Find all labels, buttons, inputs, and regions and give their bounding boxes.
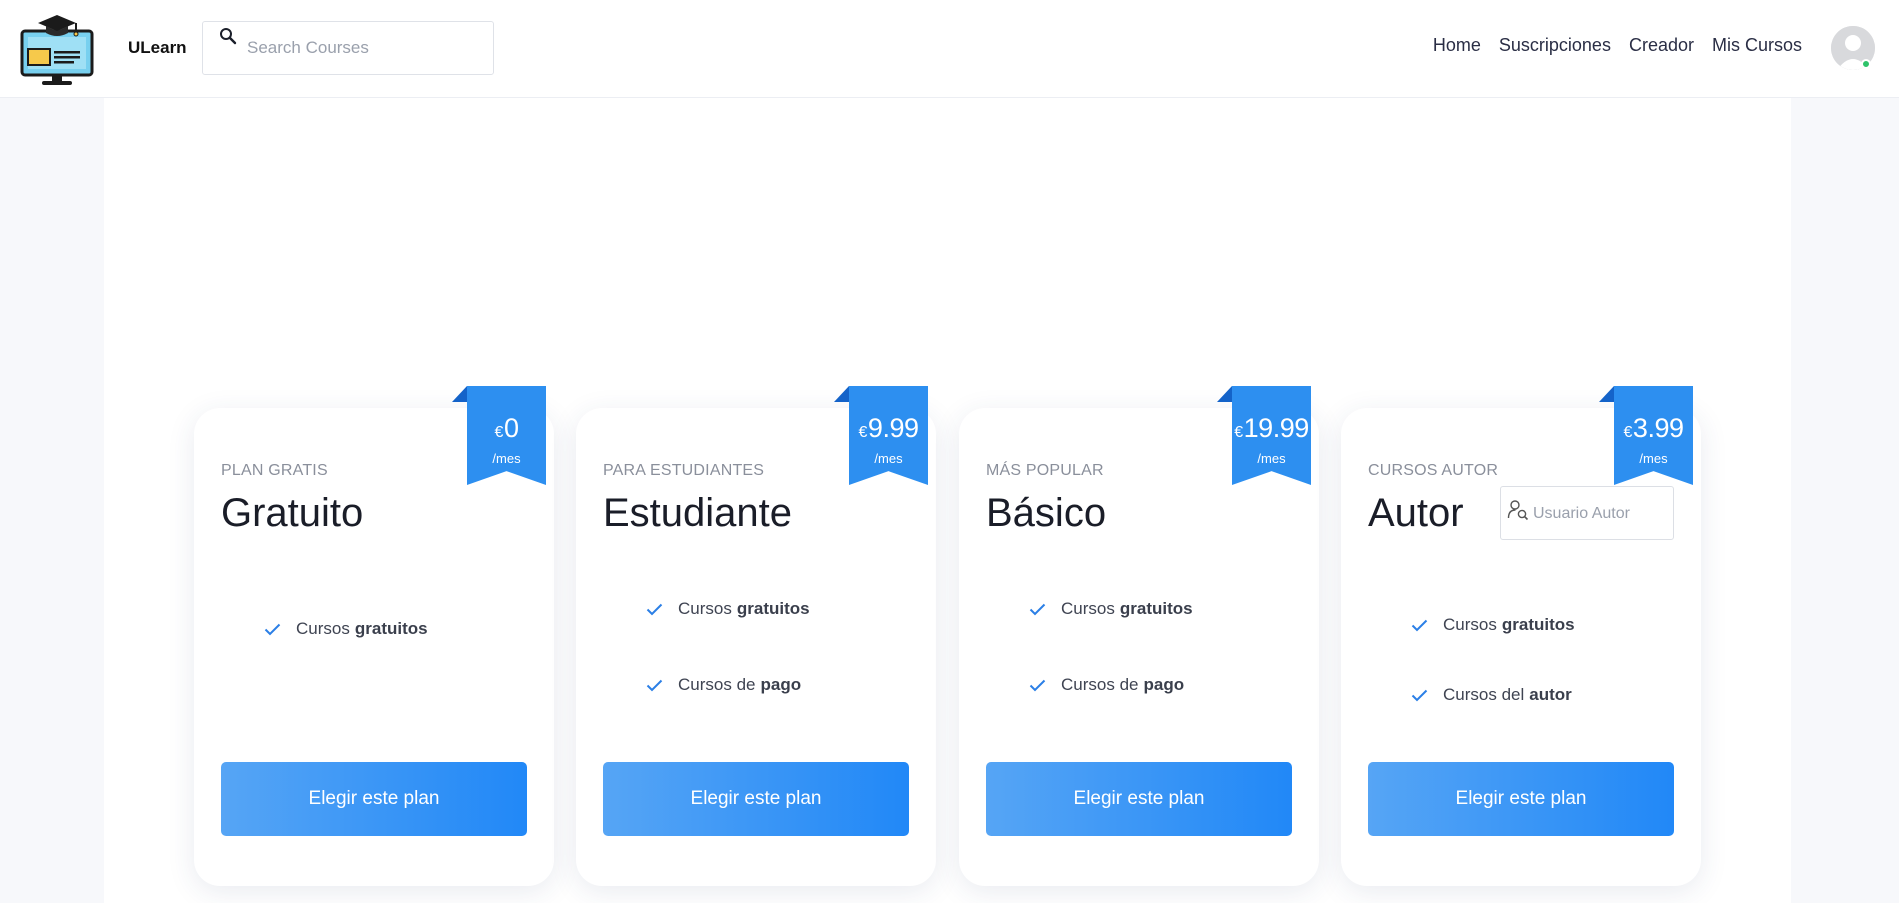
feature-strong: autor — [1529, 685, 1572, 704]
nav-home-link[interactable]: Home — [1433, 35, 1481, 56]
pricing-panel: €0 /mes PLAN GRATIS Gratuito Cursos gratu… — [104, 98, 1791, 903]
plan-card-basico: €19.99 /mes MÁS POPULAR Básico Cursos gra… — [959, 386, 1319, 886]
plan-eyebrow: PARA ESTUDIANTES — [603, 462, 765, 479]
feature-list: Cursos gratuitos Cursos de pago — [1029, 599, 1193, 695]
ulearn-logo-icon[interactable] — [20, 13, 94, 87]
nav-mis-cursos-link[interactable]: Mis Cursos — [1712, 35, 1802, 56]
price-ribbon: €0 /mes — [452, 386, 546, 485]
price-ribbon: €9.99 /mes — [834, 386, 928, 485]
feature-text: Cursos de — [678, 675, 756, 694]
feature-item: Cursos del autor — [1411, 685, 1575, 705]
plan-card-autor: €3.99 /mes CURSOS AUTOR Autor Cursosgrat… — [1341, 386, 1701, 886]
feature-strong: pago — [1143, 675, 1185, 694]
author-username-input[interactable] — [1533, 502, 1663, 526]
plan-title: Estudiante — [603, 491, 793, 535]
check-icon — [1411, 619, 1428, 631]
feature-item: Cursos gratuitos — [646, 599, 810, 619]
feature-strong: gratuitos — [1501, 615, 1575, 634]
brand-name[interactable]: ULearn — [128, 38, 187, 58]
feature-item: Cursos gratuitos — [1411, 615, 1575, 635]
choose-plan-button[interactable]: Elegir este plan — [1368, 762, 1674, 836]
ribbon-body: €0 /mes — [467, 386, 546, 485]
top-navbar: ULearn Home Suscripciones Creador Mis Cu… — [0, 0, 1899, 98]
check-icon — [646, 603, 663, 615]
plan-price: €3.99 — [1614, 414, 1693, 447]
currency-symbol: € — [1623, 424, 1633, 441]
plan-price: €19.99 — [1232, 414, 1311, 447]
check-icon — [1411, 689, 1428, 701]
nav-suscripciones-link[interactable]: Suscripciones — [1499, 35, 1611, 56]
ribbon-fold — [1217, 386, 1232, 402]
price-period: /mes — [874, 451, 903, 466]
feature-list: Cursos gratuitos — [264, 619, 428, 639]
check-icon — [1029, 679, 1046, 691]
feature-strong: gratuitos — [354, 619, 428, 638]
plan-price: €9.99 — [849, 414, 928, 447]
price-value: 0 — [503, 413, 519, 443]
feature-item: Cursos de pago — [646, 675, 810, 695]
ribbon-fold — [834, 386, 849, 402]
price-value: 9.99 — [867, 413, 919, 443]
price-period: /mes — [492, 451, 521, 466]
author-search-field[interactable] — [1500, 486, 1674, 540]
ribbon-body: €9.99 /mes — [849, 386, 928, 485]
plan-card-gratuito: €0 /mes PLAN GRATIS Gratuito Cursos gratu… — [194, 386, 554, 886]
feature-text: Cursos — [1061, 599, 1115, 618]
ribbon-body: €3.99 /mes — [1614, 386, 1693, 485]
feature-item: Cursos de pago — [1029, 675, 1193, 695]
feature-text: Cursos del — [1443, 685, 1525, 704]
feature-text: Cursos de — [1061, 675, 1139, 694]
plan-eyebrow: CURSOS AUTOR — [1368, 462, 1499, 479]
plan-title: Básico — [986, 491, 1107, 535]
price-period: /mes — [1639, 451, 1668, 466]
choose-plan-button[interactable]: Elegir este plan — [221, 762, 527, 836]
feature-strong: gratuitos — [1119, 599, 1193, 618]
currency-symbol: € — [1234, 424, 1243, 441]
check-icon — [646, 679, 663, 691]
feature-strong: pago — [760, 675, 802, 694]
check-icon — [264, 623, 281, 635]
plan-title: Autor — [1368, 491, 1464, 535]
price-period: /mes — [1257, 451, 1286, 466]
search-bar[interactable] — [202, 21, 494, 75]
ribbon-body: €19.99 /mes — [1232, 386, 1311, 485]
plan-card-estudiante: €9.99 /mes PARA ESTUDIANTES Estudiante C… — [576, 386, 936, 886]
price-value: 3.99 — [1632, 413, 1684, 443]
check-icon — [1029, 603, 1046, 615]
price-ribbon: €3.99 /mes — [1599, 386, 1693, 485]
feature-text: Cursos — [678, 599, 732, 618]
plan-eyebrow: PLAN GRATIS — [221, 462, 328, 479]
online-status-dot — [1861, 59, 1871, 69]
price-value: 19.99 — [1243, 413, 1310, 443]
feature-item: Cursos gratuitos — [1029, 599, 1193, 619]
main-nav: Home Suscripciones Creador Mis Cursos — [1433, 35, 1802, 56]
plan-title: Gratuito — [221, 491, 364, 535]
plan-price: €0 — [467, 414, 546, 447]
nav-creador-link[interactable]: Creador — [1629, 35, 1694, 56]
feature-item: Cursos gratuitos — [264, 619, 428, 639]
choose-plan-button[interactable]: Elegir este plan — [603, 762, 909, 836]
plan-eyebrow: MÁS POPULAR — [986, 462, 1104, 479]
search-icon — [220, 28, 237, 45]
choose-plan-button[interactable]: Elegir este plan — [986, 762, 1292, 836]
feature-list: Cursos gratuitos Cursos del autor — [1411, 615, 1575, 705]
search-input[interactable] — [247, 36, 477, 60]
feature-strong: gratuitos — [736, 599, 810, 618]
price-ribbon: €19.99 /mes — [1217, 386, 1311, 485]
ribbon-fold — [452, 386, 467, 402]
feature-text: Cursos — [296, 619, 350, 638]
currency-symbol: € — [494, 424, 504, 441]
ribbon-fold — [1599, 386, 1614, 402]
user-search-icon — [1507, 500, 1529, 521]
feature-text: Cursos — [1443, 615, 1497, 634]
feature-list: Cursos gratuitos Cursos de pago — [646, 599, 810, 695]
currency-symbol: € — [858, 424, 868, 441]
